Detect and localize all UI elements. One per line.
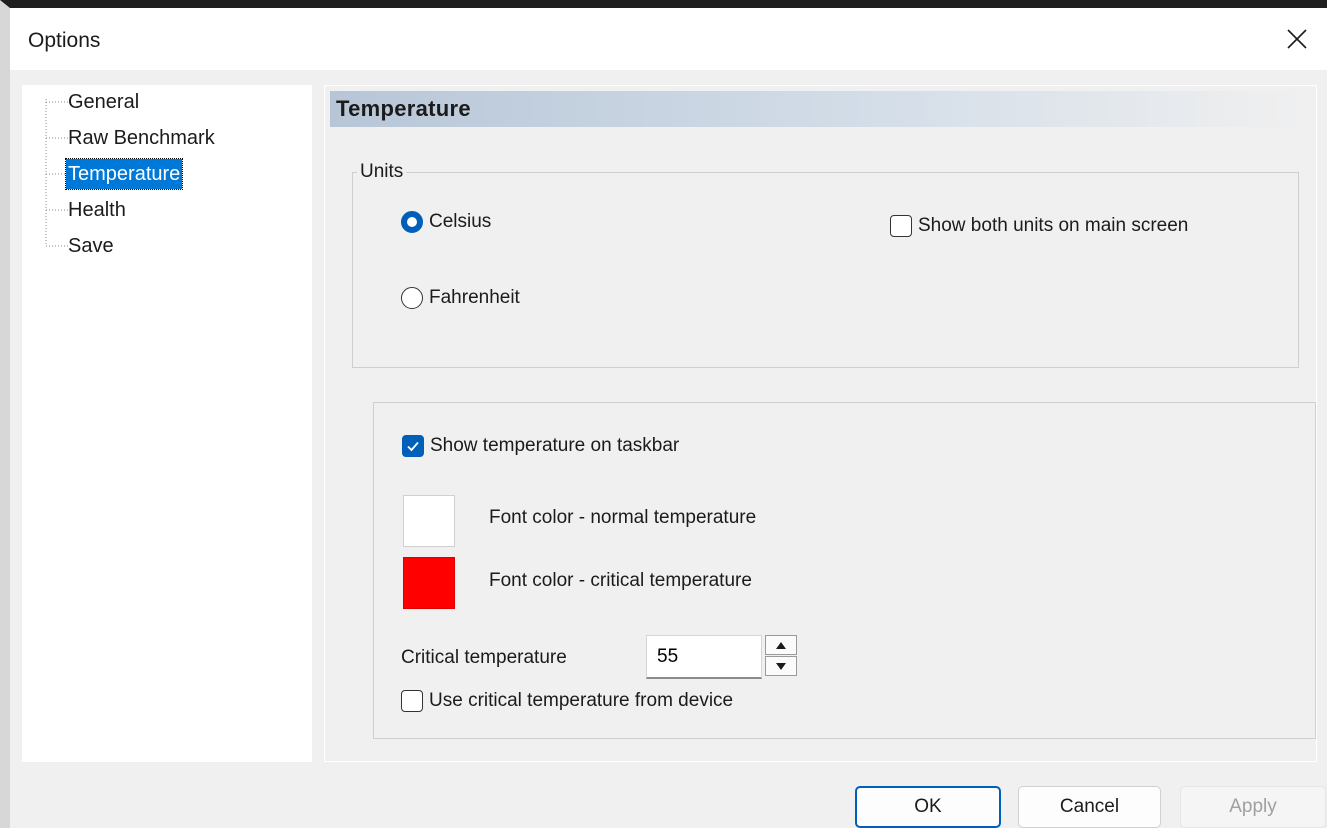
checkbox-box <box>890 215 912 237</box>
fahrenheit-label: Fahrenheit <box>429 287 520 308</box>
tree-item-label: General <box>68 91 140 113</box>
apply-button-label: Apply <box>1229 796 1277 817</box>
tree-item-label: Raw Benchmark <box>68 127 215 149</box>
ok-button-label: OK <box>914 796 942 817</box>
close-icon <box>1287 29 1307 49</box>
tree-item-raw-benchmark[interactable]: Raw Benchmark <box>66 123 217 153</box>
arrow-up-icon <box>776 641 786 649</box>
tree-item-label: Temperature <box>64 158 184 190</box>
use-device-critical-temperature-label: Use critical temperature from device <box>429 690 734 711</box>
taskbar-groupbox: Show temperature on taskbar Font color -… <box>373 402 1316 739</box>
arrow-down-icon <box>776 662 786 670</box>
ok-button[interactable]: OK <box>855 786 1001 828</box>
temperature-settings-panel: Temperature Units Celsius Fahrenheit Sho… <box>324 85 1317 762</box>
cancel-button-label: Cancel <box>1059 796 1120 817</box>
spin-up-button[interactable] <box>765 635 797 655</box>
show-both-units-checkbox[interactable]: Show both units on main screen <box>890 215 1188 237</box>
critical-temperature-label: Critical temperature <box>401 647 567 668</box>
tree-item-health[interactable]: Health <box>66 195 128 225</box>
critical-color-label: Font color - critical temperature <box>489 570 752 591</box>
options-dialog: Options General Raw Benchmark Temperatur… <box>0 0 1327 828</box>
tree-item-save[interactable]: Save <box>66 231 116 261</box>
use-device-critical-temperature-checkbox[interactable]: Use critical temperature from device <box>401 690 733 712</box>
critical-temperature-color-swatch[interactable] <box>403 557 455 609</box>
units-legend: Units <box>357 161 407 183</box>
units-groupbox: Units Celsius Fahrenheit Show both units… <box>352 161 1299 368</box>
apply-button[interactable]: Apply <box>1180 786 1326 828</box>
normal-temperature-color-swatch[interactable] <box>403 495 455 547</box>
options-tree: General Raw Benchmark Temperature Health… <box>22 85 312 762</box>
cancel-button[interactable]: Cancel <box>1018 786 1161 828</box>
tree-item-temperature[interactable]: Temperature <box>64 158 184 190</box>
show-temperature-taskbar-checkbox[interactable]: Show temperature on taskbar <box>402 435 679 457</box>
tree-item-label: Save <box>68 235 114 257</box>
normal-color-label: Font color - normal temperature <box>489 507 757 528</box>
checkbox-box <box>401 690 423 712</box>
checkmark-icon <box>407 441 419 452</box>
show-temperature-taskbar-label: Show temperature on taskbar <box>430 435 680 456</box>
fahrenheit-radio[interactable]: Fahrenheit <box>401 287 520 309</box>
section-header: Temperature <box>330 91 1308 127</box>
radio-selected-indicator <box>401 211 423 233</box>
spin-down-button[interactable] <box>765 656 797 676</box>
celsius-label: Celsius <box>429 211 492 232</box>
tree-item-general[interactable]: General <box>66 87 141 117</box>
checkbox-box <box>402 435 424 457</box>
tree-item-label: Health <box>68 199 126 221</box>
radio-unselected-indicator <box>401 287 423 309</box>
critical-temperature-input[interactable] <box>646 635 762 679</box>
close-button[interactable] <box>1267 8 1327 70</box>
window-title: Options <box>28 29 101 52</box>
title-bar: Options <box>10 8 1327 70</box>
show-both-units-label: Show both units on main screen <box>918 215 1189 236</box>
celsius-radio[interactable]: Celsius <box>401 211 491 233</box>
